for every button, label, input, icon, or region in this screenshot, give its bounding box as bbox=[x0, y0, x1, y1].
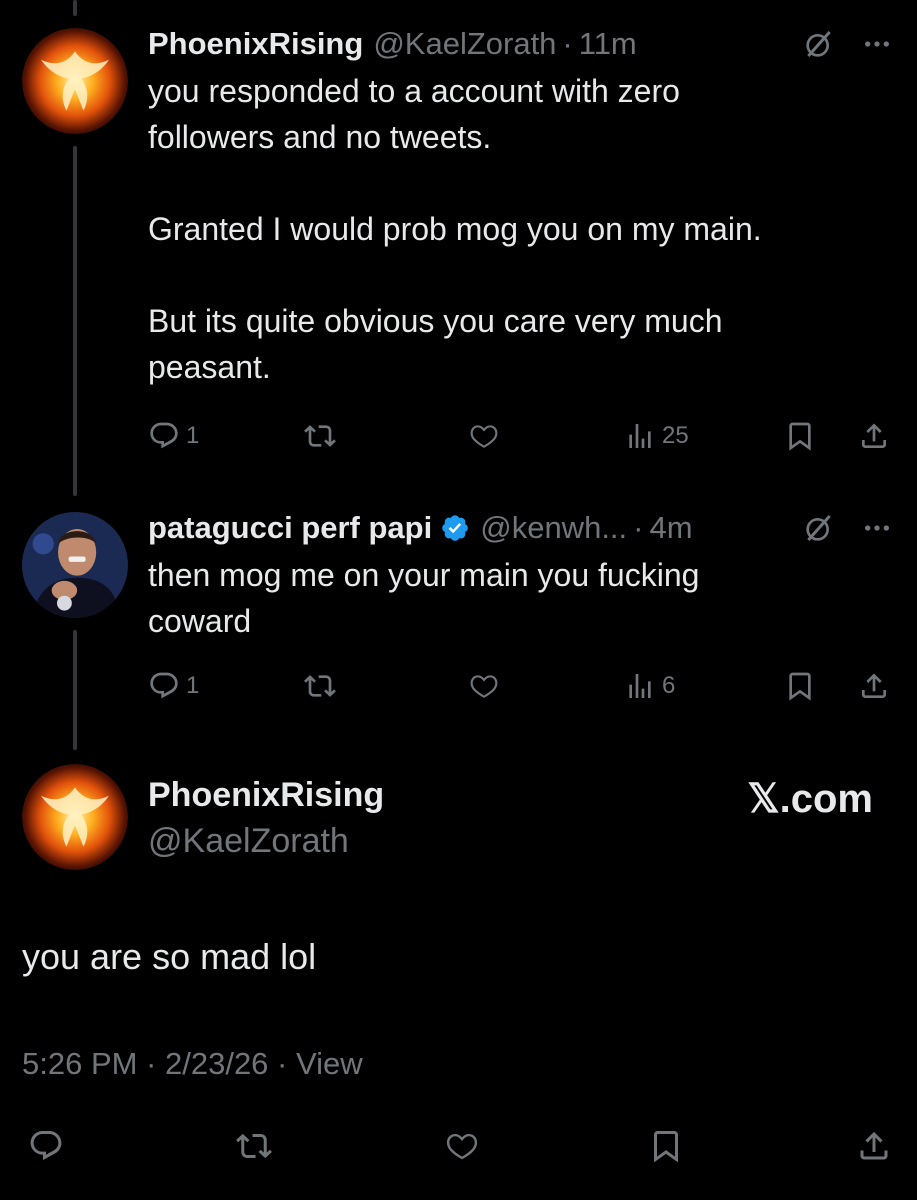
phoenix-avatar[interactable] bbox=[22, 764, 128, 870]
tweet-actions: 1 6 bbox=[148, 666, 893, 706]
bookmark-button[interactable] bbox=[784, 666, 816, 706]
like-icon bbox=[468, 670, 500, 702]
like-button[interactable] bbox=[468, 416, 500, 456]
main-tweet-text: you are so mad lol bbox=[22, 936, 317, 977]
grok-icon[interactable] bbox=[803, 512, 835, 544]
thread-line bbox=[73, 630, 77, 750]
person-avatar[interactable] bbox=[22, 512, 128, 618]
views-count: 6 bbox=[662, 672, 676, 699]
share-icon bbox=[858, 670, 890, 702]
retweet-icon bbox=[304, 420, 336, 452]
bookmark-button[interactable] bbox=[648, 1126, 684, 1166]
phoenix-avatar[interactable] bbox=[22, 28, 128, 134]
share-button[interactable] bbox=[858, 416, 890, 456]
retweet-button[interactable] bbox=[304, 666, 336, 706]
views-icon bbox=[624, 420, 656, 452]
like-icon bbox=[444, 1128, 480, 1164]
user-handle[interactable]: @KaelZorath bbox=[373, 26, 556, 62]
tweet-actions: 1 25 bbox=[148, 416, 893, 456]
tweet-header: patagucci perf papi @kenwh... · 4m bbox=[148, 506, 893, 550]
main-display-name[interactable]: PhoenixRising bbox=[148, 776, 384, 815]
tweet-timestamp[interactable]: 5:26 PM · 2/23/26 · View bbox=[22, 1046, 363, 1082]
tweet-time[interactable]: 4m bbox=[649, 510, 692, 546]
reply-button[interactable]: 1 bbox=[148, 666, 199, 706]
like-icon bbox=[468, 420, 500, 452]
retweet-icon bbox=[304, 670, 336, 702]
grok-icon[interactable] bbox=[803, 28, 835, 60]
views-button[interactable]: 25 bbox=[624, 416, 689, 456]
main-user-handle[interactable]: @KaelZorath bbox=[148, 822, 349, 861]
reply-icon bbox=[28, 1128, 64, 1164]
like-button[interactable] bbox=[444, 1126, 480, 1166]
tweet-text: then mog me on your main you fucking cow… bbox=[148, 557, 700, 639]
share-button[interactable] bbox=[858, 666, 890, 706]
reply-icon bbox=[148, 420, 180, 452]
views-count: 25 bbox=[662, 422, 689, 449]
more-icon[interactable] bbox=[861, 28, 893, 60]
views-icon bbox=[624, 670, 656, 702]
reply-count: 1 bbox=[186, 672, 200, 699]
retweet-button[interactable] bbox=[304, 416, 336, 456]
reply-tweet[interactable]: patagucci perf papi @kenwh... · 4m then … bbox=[148, 506, 893, 644]
tweet-header: PhoenixRising @KaelZorath · 11m bbox=[148, 22, 893, 66]
share-button[interactable] bbox=[856, 1126, 892, 1166]
views-button[interactable]: 6 bbox=[624, 666, 675, 706]
separator: · bbox=[633, 510, 644, 545]
separator: · bbox=[562, 26, 573, 61]
bookmark-icon bbox=[784, 420, 816, 452]
bookmark-icon bbox=[648, 1128, 684, 1164]
share-icon bbox=[858, 420, 890, 452]
x-brand-watermark: 𝕏.com bbox=[747, 777, 873, 821]
reply-count: 1 bbox=[186, 422, 200, 449]
like-button[interactable] bbox=[468, 666, 500, 706]
reply-icon bbox=[148, 670, 180, 702]
display-name[interactable]: PhoenixRising bbox=[148, 26, 363, 62]
retweet-button[interactable] bbox=[236, 1126, 272, 1166]
share-icon bbox=[856, 1128, 892, 1164]
user-handle[interactable]: @kenwh... bbox=[480, 510, 627, 546]
tweet-time[interactable]: 11m bbox=[579, 26, 637, 62]
reply-button[interactable] bbox=[28, 1126, 64, 1166]
retweet-icon bbox=[236, 1128, 272, 1164]
display-name[interactable]: patagucci perf papi bbox=[148, 510, 432, 546]
reply-button[interactable]: 1 bbox=[148, 416, 199, 456]
bookmark-button[interactable] bbox=[784, 416, 816, 456]
thread-line-top bbox=[73, 0, 77, 16]
reply-tweet[interactable]: PhoenixRising @KaelZorath · 11m you resp… bbox=[148, 22, 893, 390]
tweet-text: you responded to a account with zero fol… bbox=[148, 73, 762, 385]
main-tweet-actions bbox=[0, 1126, 917, 1170]
bookmark-icon bbox=[784, 670, 816, 702]
more-icon[interactable] bbox=[861, 512, 893, 544]
verified-badge-icon bbox=[442, 515, 469, 541]
thread-line bbox=[73, 146, 77, 496]
